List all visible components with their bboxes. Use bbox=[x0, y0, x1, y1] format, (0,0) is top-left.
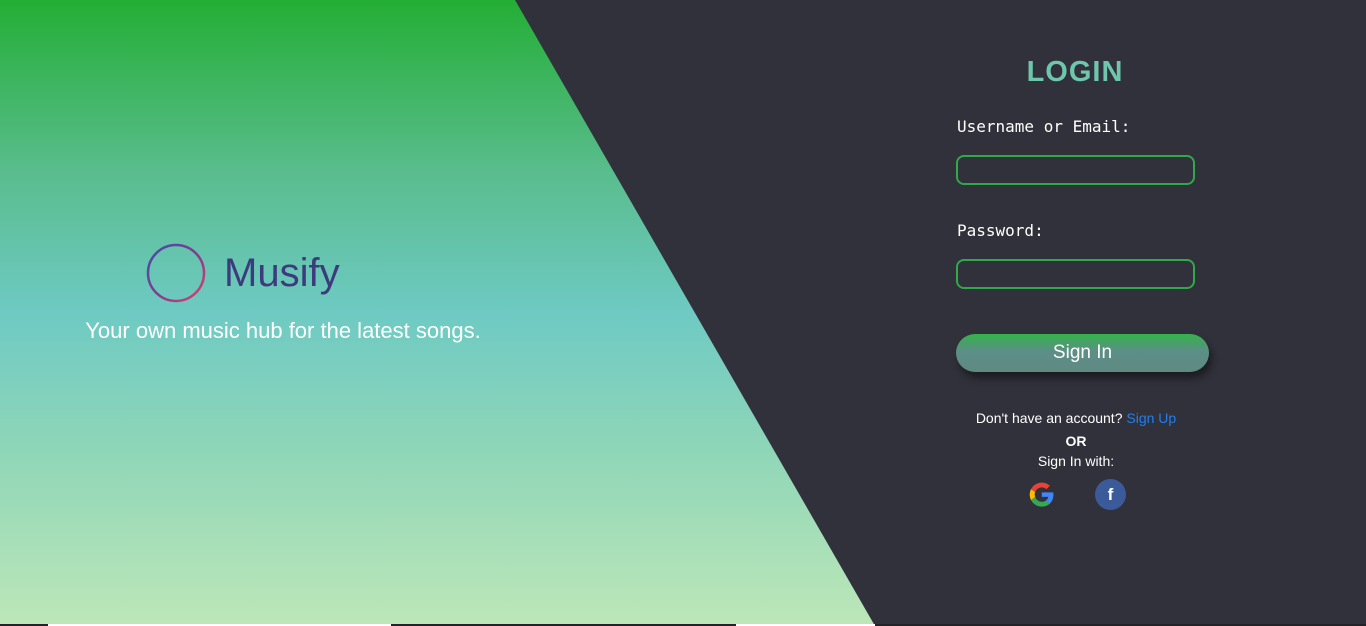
sign-in-with-label: Sign In with: bbox=[1037, 453, 1115, 469]
password-input[interactable] bbox=[956, 259, 1195, 289]
sign-up-link[interactable]: Sign Up bbox=[1126, 410, 1176, 426]
brand: Musify bbox=[146, 243, 340, 303]
google-sign-in-button[interactable] bbox=[1026, 479, 1057, 510]
soundwave-circle-icon bbox=[146, 243, 206, 303]
login-title: LOGIN bbox=[1026, 56, 1124, 88]
facebook-sign-in-button[interactable]: f bbox=[1095, 479, 1126, 510]
brand-tagline: Your own music hub for the latest songs. bbox=[85, 318, 481, 343]
brand-name: Musify bbox=[224, 251, 340, 295]
username-label: Username or Email: bbox=[957, 117, 1131, 136]
no-account-text: Don't have an account? bbox=[975, 410, 1123, 426]
hero-gradient-panel bbox=[0, 0, 875, 626]
password-label: Password: bbox=[957, 221, 1044, 240]
or-divider: OR bbox=[1065, 433, 1087, 449]
signup-prompt: Don't have an account? Sign Up bbox=[956, 410, 1196, 426]
facebook-icon: f bbox=[1095, 479, 1126, 510]
sign-in-button[interactable]: Sign In bbox=[956, 334, 1209, 372]
login-page: Musify Your own music hub for the latest… bbox=[0, 0, 1366, 626]
username-input[interactable] bbox=[956, 155, 1195, 185]
google-icon bbox=[1029, 482, 1054, 507]
